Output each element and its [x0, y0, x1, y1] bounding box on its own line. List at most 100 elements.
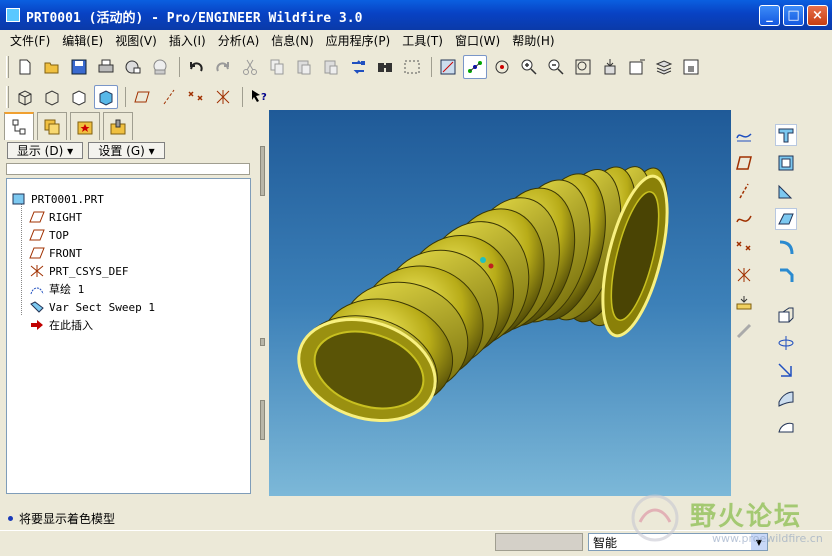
sketched-curve-button[interactable]	[733, 208, 755, 230]
menu-view[interactable]: 视图(V)	[109, 32, 163, 49]
menu-applications[interactable]: 应用程序(P)	[320, 32, 397, 49]
merge-button[interactable]	[775, 360, 797, 382]
tree-item-sweep[interactable]: Var Sect Sweep 1	[29, 299, 155, 315]
toolbar-grip[interactable]	[6, 56, 9, 78]
splitter-handle[interactable]	[260, 400, 265, 440]
menu-help[interactable]: 帮助(H)	[506, 32, 560, 49]
reference-chain-button[interactable]	[733, 320, 755, 342]
round-button[interactable]	[775, 236, 797, 258]
tree-item-label: 在此插入	[49, 319, 93, 332]
bellows-model[interactable]	[269, 110, 731, 496]
tree-item-csys[interactable]: PRT_CSYS_DEF	[29, 263, 128, 279]
analysis-feature-button[interactable]	[733, 292, 755, 314]
rib-button[interactable]	[775, 180, 797, 202]
paste-special-button[interactable]	[319, 55, 343, 79]
email-link-button[interactable]	[148, 55, 172, 79]
panel-splitter[interactable]	[257, 110, 269, 496]
open-folder-icon	[44, 62, 59, 74]
tab-favorites[interactable]	[70, 112, 100, 140]
settings-dropdown[interactable]: 设置 (G) ▾	[88, 142, 165, 159]
view-toolbar: ?	[0, 83, 300, 111]
splitter-handle[interactable]	[260, 146, 265, 196]
wireframe-button[interactable]	[13, 85, 37, 109]
datum-axes-button[interactable]	[157, 85, 181, 109]
zoom-out-button[interactable]	[544, 55, 568, 79]
tree-item-top[interactable]: TOP	[29, 227, 69, 243]
minimize-button[interactable]: _	[759, 5, 780, 26]
trim-button[interactable]	[775, 388, 797, 410]
extrude-button[interactable]	[775, 124, 797, 146]
tree-item-insert-here[interactable]: 在此插入	[29, 317, 93, 333]
context-help-button[interactable]: ?	[247, 85, 271, 109]
zoom-in-button[interactable]	[517, 55, 541, 79]
reorient-icon	[604, 59, 616, 75]
graphics-window[interactable]	[269, 110, 731, 496]
save-button[interactable]	[67, 55, 91, 79]
menu-window[interactable]: 窗口(W)	[449, 32, 506, 49]
datum-axis-tool-button[interactable]	[733, 180, 755, 202]
copy-feature-button[interactable]	[775, 304, 797, 326]
maximize-button[interactable]: □	[783, 5, 804, 26]
coord-systems-button[interactable]	[211, 85, 235, 109]
menu-insert[interactable]: 插入(I)	[163, 32, 212, 49]
shading-button[interactable]	[94, 85, 118, 109]
splitter-handle[interactable]	[260, 338, 265, 346]
menu-analysis[interactable]: 分析(A)	[212, 32, 266, 49]
tab-folder-browser[interactable]	[37, 112, 67, 140]
tree-item-right[interactable]: RIGHT	[29, 209, 82, 225]
cut-button[interactable]	[238, 55, 262, 79]
tab-model-tree[interactable]	[4, 112, 34, 140]
draft-button[interactable]	[775, 208, 797, 230]
menu-tools[interactable]: 工具(T)	[396, 32, 449, 49]
mirror-button[interactable]	[775, 332, 797, 354]
find-button[interactable]	[373, 55, 397, 79]
undo-button[interactable]	[184, 55, 208, 79]
datum-axis-button[interactable]	[463, 55, 487, 79]
menu-file[interactable]: 文件(F)	[4, 32, 56, 49]
chevron-down-icon[interactable]: ▼	[751, 534, 767, 550]
tree-filter-field[interactable]	[6, 163, 250, 175]
refit-button[interactable]	[571, 55, 595, 79]
datum-axis-icon	[739, 183, 749, 199]
zoom-out-icon	[548, 59, 564, 75]
open-button[interactable]	[40, 55, 64, 79]
saved-views-button[interactable]	[625, 55, 649, 79]
show-dropdown[interactable]: 显示 (D) ▾	[7, 142, 83, 159]
datum-points-icon	[188, 91, 203, 101]
selection-filter-select[interactable]: 智能 ▼	[588, 533, 768, 551]
datum-planes-button[interactable]	[130, 85, 154, 109]
hidden-line-button[interactable]	[40, 85, 64, 109]
view-manager-button[interactable]	[679, 55, 703, 79]
datum-display-button[interactable]	[436, 55, 460, 79]
connections-icon	[110, 119, 126, 134]
spin-center-button[interactable]	[490, 55, 514, 79]
extend-button[interactable]	[775, 416, 797, 438]
datum-point-tool-button[interactable]	[733, 236, 755, 258]
close-button[interactable]: ×	[807, 5, 828, 26]
new-file-button[interactable]	[13, 55, 37, 79]
datum-plane-tool-button[interactable]	[733, 152, 755, 174]
datum-points-button[interactable]	[184, 85, 208, 109]
no-hidden-button[interactable]	[67, 85, 91, 109]
tree-root[interactable]: PRT0001.PRT	[11, 191, 104, 207]
chamfer-button[interactable]	[775, 264, 797, 286]
tree-item-sketch[interactable]: 草绘 1	[29, 281, 84, 297]
select-box-button[interactable]	[400, 55, 424, 79]
sketch-datum-curve-button[interactable]	[733, 124, 755, 146]
insert-arrow-icon	[31, 320, 43, 330]
send-mail-button[interactable]	[121, 55, 145, 79]
shell-button[interactable]	[775, 152, 797, 174]
toolbar-grip[interactable]	[6, 86, 9, 108]
layers-button[interactable]	[652, 55, 676, 79]
menu-edit[interactable]: 编辑(E)	[56, 32, 109, 49]
menu-info[interactable]: 信息(N)	[265, 32, 319, 49]
tab-connections[interactable]	[103, 112, 133, 140]
reorient-button[interactable]	[598, 55, 622, 79]
redo-button[interactable]	[211, 55, 235, 79]
csys-tool-button[interactable]	[733, 264, 755, 286]
paste-button[interactable]	[292, 55, 316, 79]
print-button[interactable]	[94, 55, 118, 79]
regenerate-button[interactable]	[346, 55, 370, 79]
tree-item-front[interactable]: FRONT	[29, 245, 82, 261]
copy-button[interactable]	[265, 55, 289, 79]
